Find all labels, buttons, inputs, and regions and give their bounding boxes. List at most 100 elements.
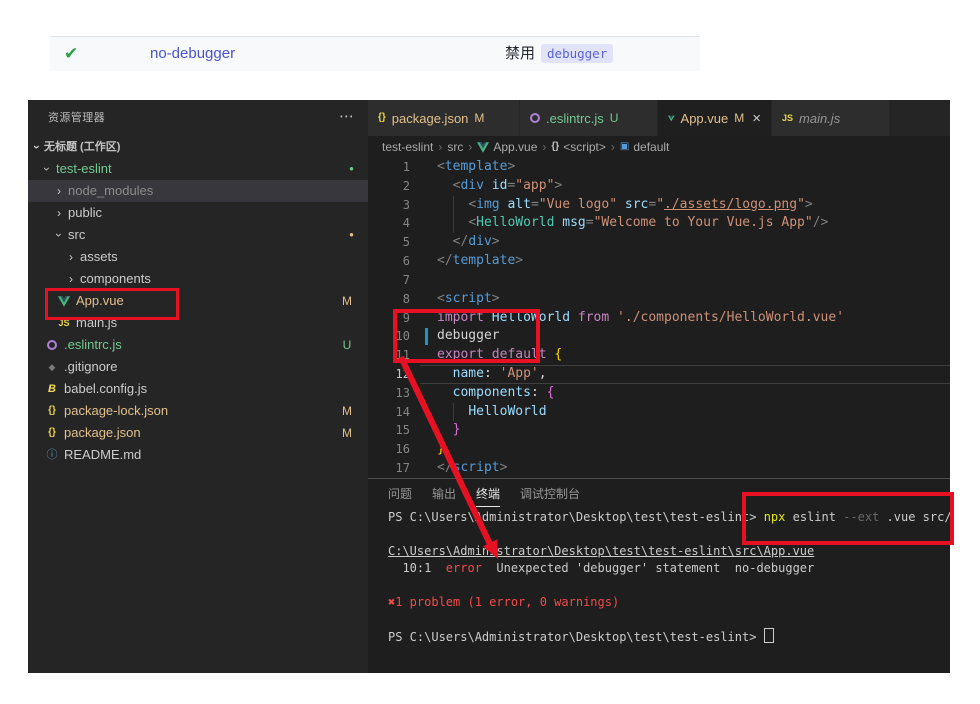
code-line-17: 17 </script>: [368, 459, 950, 478]
line-number: 6: [402, 254, 410, 269]
tree-item-components[interactable]: › components: [28, 268, 368, 290]
line-number: 7: [402, 272, 410, 287]
tree-item-test-eslint[interactable]: › test-eslint ●: [28, 158, 368, 180]
line-number: 10: [395, 329, 410, 344]
code-line-11: 11 export default {: [368, 346, 950, 365]
braces-icon: {}: [551, 141, 560, 152]
code-line-9: 9 import HelloWorld from './components/He…: [368, 309, 950, 328]
tree-item-label: .eslintrc.js: [64, 337, 122, 352]
line-number: 14: [395, 404, 410, 419]
code-line-5: 5 </div>: [368, 233, 950, 252]
tree-item-assets[interactable]: › assets: [28, 246, 368, 268]
explorer-header: 资源管理器 ⋯: [28, 100, 368, 136]
code-line-12: 12 name: 'App',: [368, 365, 950, 384]
tree-item-src[interactable]: › src ●: [28, 224, 368, 246]
chevron-down-icon: ›: [40, 167, 54, 171]
panel-tab-调试控制台[interactable]: 调试控制台: [520, 485, 580, 502]
tree-item-label: babel.config.js: [64, 381, 148, 396]
code-line-7: 7: [368, 271, 950, 290]
tab-label: App.vue: [680, 110, 729, 126]
code-line-15: 15 }: [368, 421, 950, 440]
line-number: 12: [395, 367, 410, 382]
line-number: 8: [402, 291, 410, 306]
panel-tab-终端[interactable]: 终端: [476, 485, 501, 507]
tree-item-babel.config.js[interactable]: Bbabel.config.js: [28, 378, 368, 400]
panel-tab-bar: 问题 输出 终端 调试控制台: [388, 479, 580, 507]
terminal-cursor: [763, 628, 774, 643]
json-icon: {}: [378, 112, 386, 123]
breadcrumb-item-label: <script>: [563, 140, 606, 154]
chevron-right-icon: ›: [57, 184, 61, 198]
git-status-badge: U: [342, 338, 352, 352]
chevron-down-icon: ›: [52, 233, 66, 237]
terminal-file-link[interactable]: C:\Users\Administrator\Desktop\test\test…: [388, 544, 814, 558]
breadcrumb-item[interactable]: src: [447, 140, 463, 154]
screenshot-root: ✔ no-debugger 禁用 debugger 资源管理器 ⋯ › 无标题 (…: [0, 0, 980, 704]
tab-main.js[interactable]: JS main.js: [772, 100, 890, 136]
code-line-6: 6 </template>: [368, 252, 950, 271]
breadcrumb: test-eslint › src › App.vue › {} <script> › ▣ defa…: [368, 136, 950, 158]
breadcrumb-item[interactable]: ▣ default: [620, 140, 669, 154]
tree-item-main.js[interactable]: JS main.js: [28, 312, 368, 334]
tree-item-package-lock.json[interactable]: {} package-lock.json M: [28, 400, 368, 422]
terminal-line: ✖1 problem (1 error, 0 warnings): [388, 595, 620, 609]
panel-tab-问题[interactable]: 问题: [388, 485, 412, 502]
breadcrumb-separator: ›: [438, 140, 443, 154]
line-number: 16: [395, 442, 410, 457]
terminal-line: PS C:\Users\Administrator\Desktop\test\t…: [388, 628, 946, 645]
tab-label: package.json: [391, 110, 469, 126]
editor-tab-bar: {} package.json M .eslintrc.js U App.vue M × JS m…: [368, 100, 950, 136]
tab-label: main.js: [799, 110, 841, 126]
tab-.eslintrc.js[interactable]: .eslintrc.js U: [520, 100, 658, 136]
panel-tab-输出[interactable]: 输出: [432, 485, 456, 502]
git-status-badge: M: [474, 111, 485, 125]
tree-item-package.json[interactable]: {} package.json M: [28, 422, 368, 444]
close-icon[interactable]: ×: [752, 110, 761, 127]
gitignore-icon: ◆: [48, 361, 56, 372]
terminal-output[interactable]: PS C:\Users\Administrator\Desktop\test\t…: [388, 509, 952, 673]
breadcrumb-item[interactable]: test-eslint: [382, 140, 433, 154]
rule-description: 禁用 debugger: [505, 37, 614, 71]
tab-package.json[interactable]: {} package.json M: [368, 100, 520, 136]
tree-item-label: test-eslint: [56, 161, 112, 176]
tree-item-App.vue[interactable]: App.vue M: [28, 290, 368, 312]
code-line-13: 13 components: {: [368, 384, 950, 403]
workspace-section-header[interactable]: › 无标题 (工作区): [28, 136, 368, 158]
breadcrumb-item[interactable]: {} <script>: [551, 140, 605, 154]
rule-link[interactable]: no-debugger: [150, 37, 235, 71]
eslint-icon: [530, 113, 540, 123]
explorer-sidebar: 资源管理器 ⋯ › 无标题 (工作区) › test-eslint ● › node_m…: [28, 100, 368, 673]
module-icon: ▣: [619, 141, 630, 152]
json-icon: {}: [48, 405, 56, 416]
code-line-1: 1 <template>: [368, 158, 950, 177]
tree-item-.gitignore[interactable]: ◆ .gitignore: [28, 356, 368, 378]
git-status-badge: M: [342, 404, 352, 418]
tree-item-label: package.json: [64, 425, 141, 440]
breadcrumb-item-label: src: [447, 140, 464, 154]
editor-group: {} package.json M .eslintrc.js U App.vue M × JS m…: [368, 100, 952, 673]
chevron-right-icon: ›: [69, 250, 73, 264]
vue-icon: [477, 141, 490, 153]
tab-App.vue[interactable]: App.vue M ×: [658, 100, 772, 136]
chevron-right-icon: ›: [57, 206, 61, 220]
tab-label: .eslintrc.js: [546, 110, 604, 126]
breadcrumb-item-label: default: [633, 140, 670, 154]
tree-item-label: components: [80, 271, 151, 286]
terminal-line: C:\Users\Administrator\Desktop\test\test…: [388, 543, 946, 560]
tree-item-.eslintrc.js[interactable]: .eslintrc.js U: [28, 334, 368, 356]
vue-icon: [668, 115, 675, 121]
tree-item-public[interactable]: › public: [28, 202, 368, 224]
breadcrumb-item-label: test-eslint: [382, 140, 434, 154]
code-line-3: 3 <img alt="Vue logo" src="./assets/logo…: [368, 195, 950, 215]
git-modified-gutter-indicator: [425, 328, 428, 346]
breadcrumb-item[interactable]: App.vue: [477, 140, 537, 154]
bottom-panel: 问题 输出 终端 调试控制台 PS C:\Users\Administrator\De…: [368, 478, 952, 673]
more-actions-icon[interactable]: ⋯: [339, 100, 354, 134]
git-status-dot: ●: [349, 164, 354, 173]
js-icon: JS: [782, 112, 794, 123]
code-line-14: 14 HelloWorld: [368, 402, 950, 422]
tree-item-README.md[interactable]: ⓘ README.md: [28, 444, 368, 466]
code-editor[interactable]: 1 <template> 2 <div id="app"> 3 <img alt="V…: [368, 158, 950, 478]
tree-item-node-modules[interactable]: › node_modules: [28, 180, 368, 202]
